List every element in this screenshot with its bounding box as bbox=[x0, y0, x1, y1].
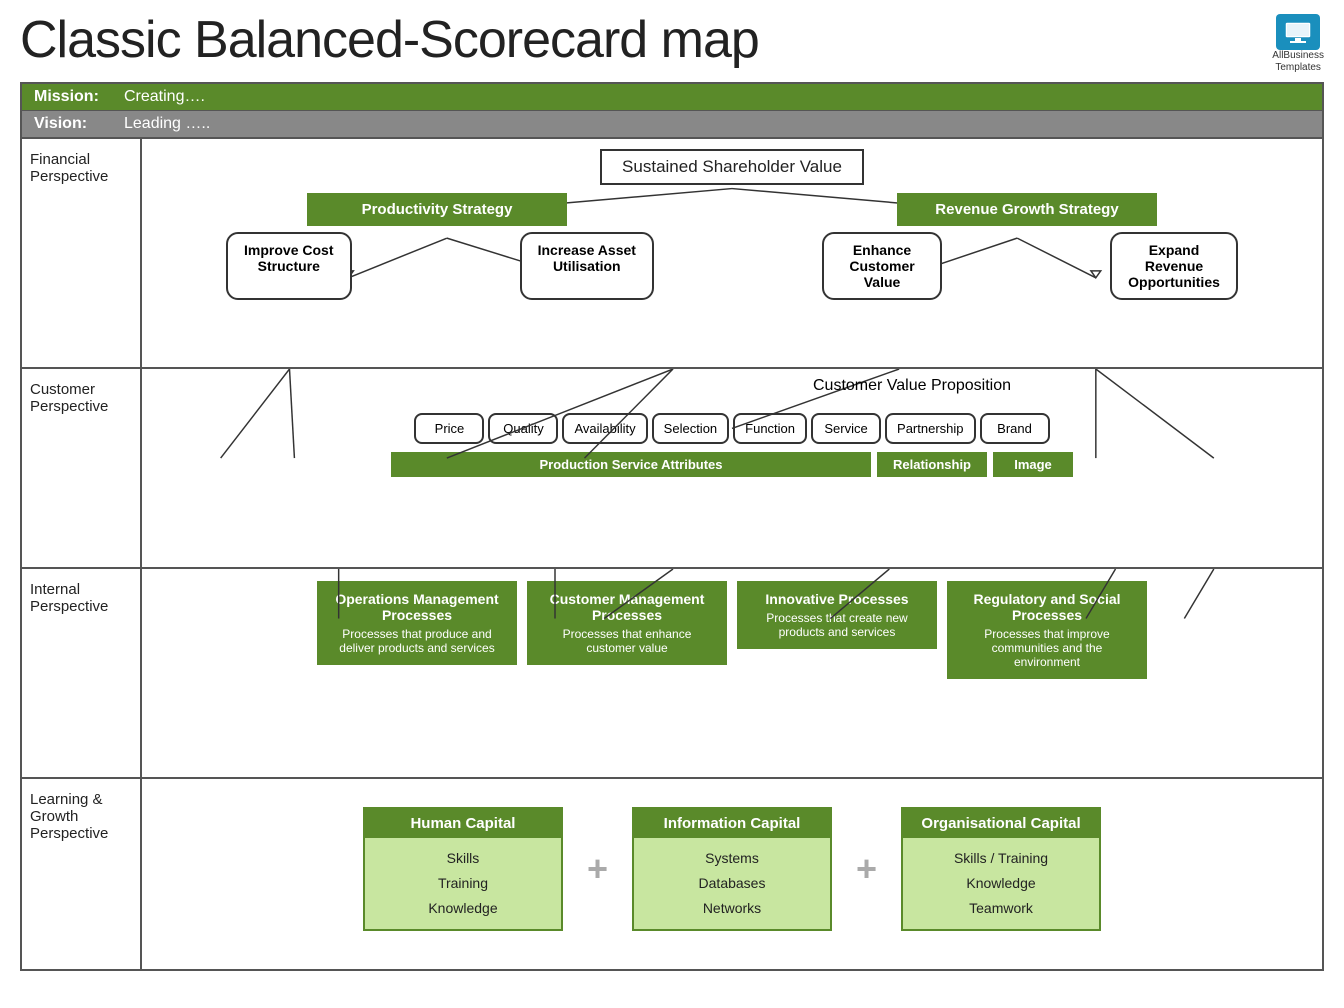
mission-value: Creating…. bbox=[124, 88, 205, 106]
relationship-bar: Relationship bbox=[877, 452, 987, 477]
expand-revenue-box: ExpandRevenueOpportunities bbox=[1110, 232, 1238, 300]
attr-partnership: Partnership bbox=[885, 413, 975, 444]
financial-label: FinancialPerspective bbox=[22, 139, 142, 367]
financial-body: Sustained Shareholder Value Productivity… bbox=[142, 139, 1322, 367]
human-capital-box: Human Capital Skills Training Knowledge bbox=[363, 807, 563, 932]
customer-section: CustomerPerspective bbox=[22, 369, 1322, 569]
bottom-bars: Production Service Attributes Relationsh… bbox=[146, 452, 1318, 477]
attr-price: Price bbox=[414, 413, 484, 444]
plus-sign-2: + bbox=[856, 848, 877, 890]
customer-management-process-box: Customer Management Processes Processes … bbox=[527, 581, 727, 665]
information-capital-items: Systems Databases Networks bbox=[634, 838, 830, 930]
mission-row: Mission: Creating…. bbox=[22, 84, 1322, 111]
internal-label: InternalPerspective bbox=[22, 569, 142, 777]
enhance-customer-box: EnhanceCustomerValue bbox=[822, 232, 942, 300]
learning-body: Human Capital Skills Training Knowledge … bbox=[142, 779, 1322, 969]
operations-process-box: Operations Management Processes Processe… bbox=[317, 581, 517, 665]
page-title: Classic Balanced-Scorecard map bbox=[20, 10, 759, 70]
vision-row: Vision: Leading ….. bbox=[22, 111, 1322, 139]
logo-icon bbox=[1276, 14, 1320, 50]
internal-section: InternalPerspective Operations Managemen… bbox=[22, 569, 1322, 779]
regulatory-process-box: Regulatory and Social Processes Processe… bbox=[947, 581, 1147, 679]
human-capital-title: Human Capital bbox=[365, 809, 561, 838]
customer-body: Customer Value Proposition Price Quality… bbox=[142, 369, 1322, 567]
plus-sign-1: + bbox=[587, 848, 608, 890]
financial-section: FinancialPerspective bbox=[22, 139, 1322, 369]
attr-function: Function bbox=[733, 413, 807, 444]
cvp-area: Customer Value Proposition bbox=[146, 377, 1318, 405]
customer-grid: Customer Value Proposition Price Quality… bbox=[142, 369, 1322, 485]
internal-content: Operations Management Processes Processe… bbox=[142, 569, 1322, 769]
improve-cost-box: Improve CostStructure bbox=[226, 232, 351, 300]
vision-value: Leading ….. bbox=[124, 115, 210, 133]
attr-selection: Selection bbox=[652, 413, 729, 444]
innovative-process-box: Innovative Processes Processes that crea… bbox=[737, 581, 937, 649]
revenue-strategy-box: Revenue Growth Strategy bbox=[897, 193, 1157, 226]
logo-box: AllBusinessTemplates bbox=[1272, 14, 1324, 74]
prod-service-bar: Production Service Attributes bbox=[391, 452, 871, 477]
information-capital-box: Information Capital Systems Databases Ne… bbox=[632, 807, 832, 932]
shareholder-box: Sustained Shareholder Value bbox=[600, 149, 864, 185]
information-capital-title: Information Capital bbox=[634, 809, 830, 838]
image-bar: Image bbox=[993, 452, 1073, 477]
diagram: Mission: Creating…. Vision: Leading ….. … bbox=[20, 82, 1324, 971]
attr-brand: Brand bbox=[980, 413, 1050, 444]
financial-layout: Sustained Shareholder Value Productivity… bbox=[142, 139, 1322, 320]
learning-content: Human Capital Skills Training Knowledge … bbox=[142, 779, 1322, 959]
attr-quality: Quality bbox=[488, 413, 558, 444]
attribute-row: Price Quality Availability Selection Fun… bbox=[146, 413, 1318, 444]
human-capital-items: Skills Training Knowledge bbox=[365, 838, 561, 930]
organisational-capital-items: Skills / Training Knowledge Teamwork bbox=[903, 838, 1099, 930]
internal-body: Operations Management Processes Processe… bbox=[142, 569, 1322, 777]
customer-label: CustomerPerspective bbox=[22, 369, 142, 567]
cvp-label: Customer Value Proposition bbox=[813, 377, 1011, 395]
attr-service: Service bbox=[811, 413, 881, 444]
mission-label: Mission: bbox=[34, 88, 124, 106]
organisational-capital-box: Organisational Capital Skills / Training… bbox=[901, 807, 1101, 932]
increase-asset-box: Increase AssetUtilisation bbox=[520, 232, 654, 300]
page-wrapper: Classic Balanced-Scorecard map AllBusine… bbox=[0, 0, 1344, 991]
productivity-strategy-box: Productivity Strategy bbox=[307, 193, 567, 226]
vision-label: Vision: bbox=[34, 115, 124, 133]
organisational-capital-title: Organisational Capital bbox=[903, 809, 1099, 838]
logo-text: AllBusinessTemplates bbox=[1272, 50, 1324, 74]
header-row: Classic Balanced-Scorecard map AllBusine… bbox=[20, 10, 1324, 74]
learning-section: Learning &GrowthPerspective Human Capita… bbox=[22, 779, 1322, 969]
learning-label: Learning &GrowthPerspective bbox=[22, 779, 142, 969]
attr-availability: Availability bbox=[562, 413, 647, 444]
